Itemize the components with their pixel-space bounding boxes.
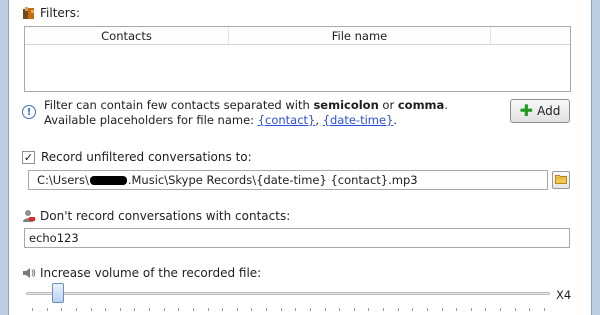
slider-tick [427, 308, 428, 311]
slider-tick [456, 308, 457, 311]
volume-slider[interactable] [26, 283, 550, 311]
filters-section: Filters: [22, 6, 80, 20]
slider-tick [266, 308, 267, 311]
slider-tick [485, 308, 486, 311]
slider-tick [251, 308, 252, 311]
filter-info: ! Filter can contain few contacts separa… [22, 98, 448, 128]
excluded-contacts-input[interactable]: echo123 [24, 228, 570, 248]
slider-tick [76, 308, 77, 311]
info-line2-prefix: Available placeholders for file name: [44, 113, 258, 127]
placeholder-date-time-link[interactable]: {date-time} [323, 113, 394, 127]
slider-tick [149, 308, 150, 311]
folder-icon [555, 173, 567, 187]
slider-tick [383, 308, 384, 311]
volume-slider-track[interactable] [26, 292, 550, 295]
slider-tick [237, 308, 238, 311]
column-header-file-name[interactable]: File name [229, 27, 491, 44]
filter-info-text: Filter can contain few contacts separate… [44, 98, 448, 128]
slider-tick [193, 308, 194, 311]
slider-tick [281, 308, 282, 311]
volume-slider-ticks [26, 308, 550, 312]
speaker-icon [22, 266, 36, 280]
info-line1-mid: or [378, 98, 398, 112]
slider-tick [61, 308, 62, 311]
add-button-label: Add [537, 104, 561, 118]
slider-tick [500, 308, 501, 311]
window-left-edge [0, 0, 9, 315]
slider-tick [398, 308, 399, 311]
slider-tick [32, 308, 33, 311]
volume-max-label: X4 [556, 288, 572, 302]
info-line1-prefix: Filter can contain few contacts separate… [44, 98, 314, 112]
slider-tick [471, 308, 472, 311]
slider-tick [325, 308, 326, 311]
record-unfiltered-checkbox[interactable]: ✓ [22, 150, 35, 164]
volume-section: Increase volume of the recorded file: [22, 266, 261, 280]
slider-tick [222, 308, 223, 311]
volume-slider-thumb[interactable] [52, 283, 64, 303]
info-icon: ! [22, 105, 36, 119]
slider-tick [105, 308, 106, 311]
slider-tick [120, 308, 121, 311]
slider-tick [544, 308, 545, 311]
record-path-start: C:\Users\ [37, 173, 89, 187]
record-unfiltered-row: ✓ Record unfiltered conversations to: [22, 150, 252, 164]
slider-tick [91, 308, 92, 311]
add-filter-button[interactable]: ✚ Add [510, 99, 570, 123]
slider-tick [310, 308, 311, 311]
dont-record-section: Don't record conversations with contacts… [22, 209, 290, 223]
column-header-contacts[interactable]: Contacts [25, 27, 229, 44]
info-comma: comma [397, 98, 445, 112]
slider-tick [515, 308, 516, 311]
slider-tick [368, 308, 369, 311]
slider-tick [47, 308, 48, 311]
settings-panel: Filters: Contacts File name ! Filter can… [10, 0, 590, 315]
info-line2-suffix: . [393, 113, 398, 127]
slider-tick [178, 308, 179, 311]
filter-info-line-1: Filter can contain few contacts separate… [44, 98, 448, 113]
slider-tick [442, 308, 443, 311]
slider-tick [529, 308, 530, 311]
info-link-separator: , [315, 113, 323, 127]
slider-tick [208, 308, 209, 311]
no-record-user-icon [22, 209, 36, 223]
record-path-input[interactable]: C:\Users\ .Music\Skype Records\{date-time… [28, 170, 548, 190]
dont-record-label: Don't record conversations with contacts… [40, 209, 291, 223]
filters-grid[interactable]: Contacts File name [24, 26, 571, 92]
record-unfiltered-label[interactable]: Record unfiltered conversations to: [41, 150, 252, 164]
info-semicolon: semicolon [313, 98, 379, 112]
filters-label: Filters: [40, 6, 81, 20]
browse-folder-button[interactable] [552, 171, 570, 189]
plus-icon: ✚ [519, 101, 534, 120]
volume-label: Increase volume of the recorded file: [40, 266, 262, 280]
filter-book-icon [22, 6, 36, 20]
placeholder-contact-link[interactable]: {contact} [258, 113, 316, 127]
record-path-end: .Music\Skype Records\{date-time} {contac… [127, 173, 418, 187]
slider-tick [134, 308, 135, 311]
slider-tick [412, 308, 413, 311]
slider-tick [339, 308, 340, 311]
filters-grid-header: Contacts File name [25, 27, 570, 45]
slider-tick [354, 308, 355, 311]
slider-tick [295, 308, 296, 311]
info-line1-suffix: . [444, 98, 448, 112]
slider-tick [164, 308, 165, 311]
column-header-spacer [491, 27, 570, 44]
filter-info-line-2: Available placeholders for file name: {c… [44, 113, 448, 128]
redacted-username [89, 176, 127, 185]
window-right-edge [591, 0, 600, 315]
